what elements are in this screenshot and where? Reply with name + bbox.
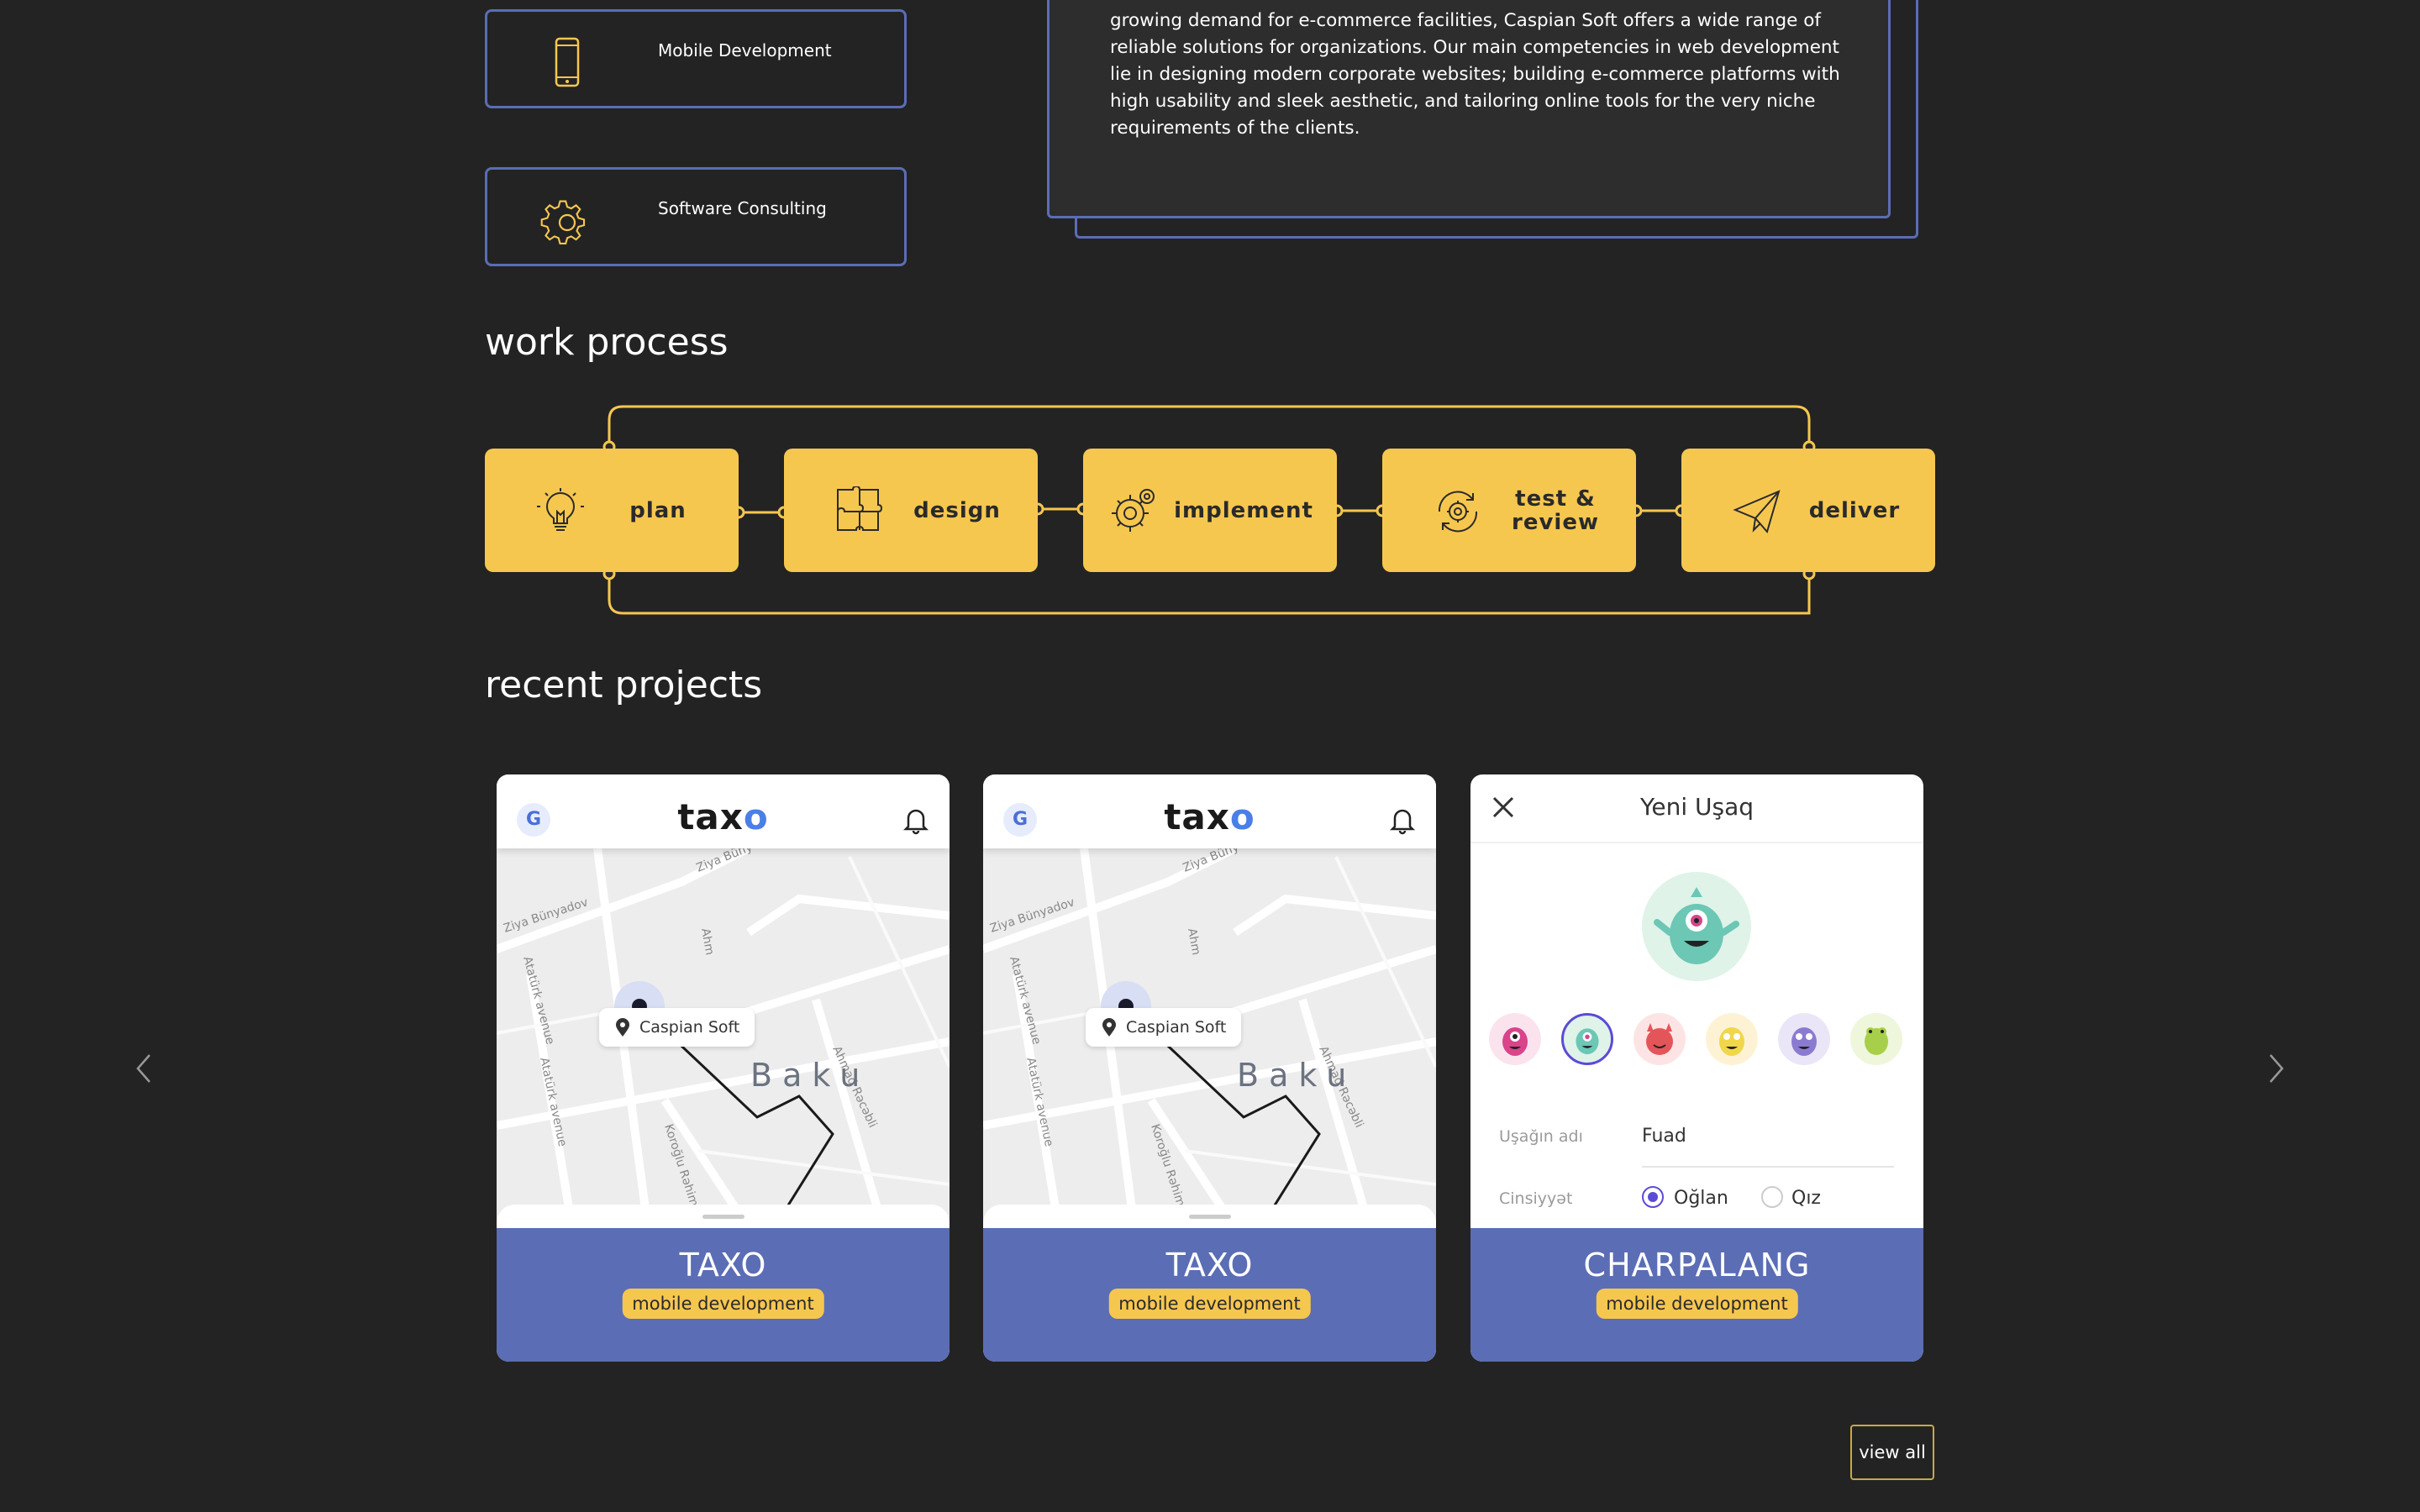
radio-girl-label: Qız <box>1791 1188 1821 1209</box>
radio-boy-selected <box>1642 1186 1664 1208</box>
puzzle-icon <box>837 486 883 531</box>
process-step-deliver: deliver <box>1681 449 1935 572</box>
avatar-option <box>1634 1013 1686 1065</box>
map: Ziya Bünyadov Ziya Büny Atatürk avenue A… <box>983 848 1436 1228</box>
app-header: Yeni Uşaq <box>1470 774 1923 843</box>
service-card-mobile-development[interactable]: Mobile Development <box>485 9 907 108</box>
project-screenshot: Yeni Uşaq Uşağın adı Fuad Cinsiyyət Oğla… <box>1470 774 1923 1228</box>
name-field-label: Uşağın adı <box>1499 1127 1583 1146</box>
city-label: Baku <box>750 1057 871 1094</box>
project-card-footer: TAXO mobile development <box>983 1228 1436 1362</box>
svg-text:Ziya Büny: Ziya Büny <box>1181 848 1241 875</box>
process-step-label: implement <box>1174 497 1313 523</box>
app-logo: taxo <box>677 796 769 837</box>
project-name: CHARPALANG <box>1583 1247 1811 1284</box>
svg-text:Ahm: Ahm <box>698 927 716 956</box>
project-tag: mobile development <box>1596 1289 1798 1319</box>
project-screenshot: G taxo Ziya Bünyadov Ziya Büny Atatürk a… <box>983 774 1436 1228</box>
project-screenshot: G taxo Ziya Bünyadov Ziya Büny Atatürk a… <box>497 774 950 1228</box>
radio-boy-label: Oğlan <box>1674 1188 1728 1209</box>
svg-text:Atatürk avenue: Atatürk avenue <box>1023 1057 1055 1148</box>
gear-icon <box>540 200 586 244</box>
carousel-prev-arrow[interactable] <box>131 1050 156 1087</box>
process-step-plan: plan <box>485 449 739 572</box>
map-pin-label: Caspian Soft <box>1086 1008 1242 1047</box>
smartphone-icon <box>555 37 580 87</box>
process-step-test-review: test & review <box>1382 449 1636 572</box>
map-pin-label: Caspian Soft <box>599 1008 755 1047</box>
carousel-next-arrow[interactable] <box>2264 1050 2289 1087</box>
process-step-label: plan <box>629 497 687 523</box>
process-step-design: design <box>784 449 1038 572</box>
map: Ziya Bünyadov Ziya Büny Atatürk avenue A… <box>497 848 950 1228</box>
project-name: TAXO <box>1165 1247 1254 1284</box>
view-all-button[interactable]: view all <box>1850 1425 1934 1480</box>
field-underline <box>1642 1166 1894 1168</box>
project-card-footer: TAXO mobile development <box>497 1228 950 1362</box>
app-header: G taxo <box>983 774 1436 848</box>
project-card-taxo[interactable]: G taxo Ziya Bünyadov Ziya Büny Atatürk a… <box>497 774 950 1362</box>
location-pin-icon <box>616 1018 629 1037</box>
refresh-gear-icon <box>1438 491 1478 533</box>
avatar-option <box>1706 1013 1758 1065</box>
screen-title: Yeni Uşaq <box>1639 793 1754 821</box>
avatar-option-selected <box>1561 1013 1613 1065</box>
about-text: growing demand for e-commerce facilities… <box>1110 10 1840 139</box>
city-label: Baku <box>1237 1057 1357 1094</box>
service-card-software-consulting[interactable]: Software Consulting <box>485 167 907 266</box>
project-card-charpalang[interactable]: Yeni Uşaq Uşağın adı Fuad Cinsiyyət Oğla… <box>1470 774 1923 1362</box>
app-logo: taxo <box>1164 796 1255 837</box>
bottom-sheet <box>983 1205 1436 1228</box>
process-step-label: deliver <box>1808 497 1901 523</box>
avatar-option <box>1489 1013 1541 1065</box>
about-text-box: growing demand for e-commerce facilities… <box>1047 0 1891 218</box>
project-tag: mobile development <box>622 1289 824 1319</box>
process-step-implement: implement <box>1083 449 1337 572</box>
project-tag: mobile development <box>1108 1289 1311 1319</box>
paper-plane-icon <box>1733 490 1781 534</box>
bell-icon <box>902 809 929 835</box>
recent-projects-title: recent projects <box>485 664 763 706</box>
name-field-value: Fuad <box>1642 1126 1686 1147</box>
avatar-option <box>1778 1013 1830 1065</box>
service-label: Mobile Development <box>658 40 832 60</box>
project-card-taxo[interactable]: G taxo Ziya Bünyadov Ziya Büny Atatürk a… <box>983 774 1436 1362</box>
process-step-label: design <box>913 497 1001 523</box>
service-label: Software Consulting <box>658 198 827 218</box>
avatar-option <box>1850 1013 1902 1065</box>
gender-field-label: Cinsiyyət <box>1499 1189 1573 1208</box>
process-step-label: test & review <box>1512 486 1599 535</box>
bottom-sheet <box>497 1205 950 1228</box>
location-pin-icon <box>1102 1018 1116 1037</box>
gears-icon <box>1112 489 1155 532</box>
svg-text:Ahm: Ahm <box>1185 927 1202 956</box>
lightbulb-icon <box>537 488 584 531</box>
project-name: TAXO <box>679 1247 767 1284</box>
bell-icon <box>1389 809 1416 835</box>
work-process-title: work process <box>485 321 729 364</box>
svg-text:Ziya Büny: Ziya Büny <box>695 848 755 875</box>
project-card-footer: CHARPALANG mobile development <box>1470 1228 1923 1362</box>
avatar <box>1642 872 1751 981</box>
svg-text:Atatürk avenue: Atatürk avenue <box>537 1057 569 1148</box>
app-header: G taxo <box>497 774 950 848</box>
radio-girl <box>1761 1186 1783 1208</box>
